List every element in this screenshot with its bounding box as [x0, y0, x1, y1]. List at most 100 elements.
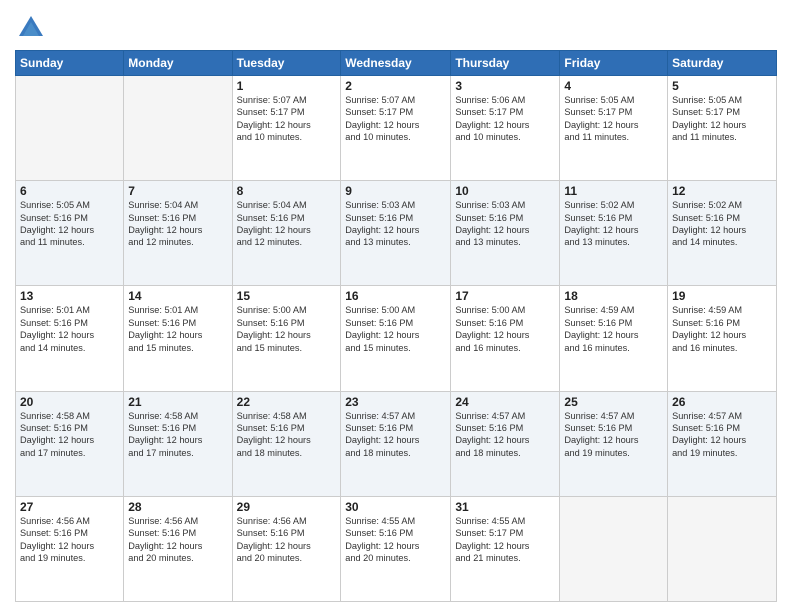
day-detail: Sunrise: 5:05 AM Sunset: 5:17 PM Dayligh…: [672, 94, 772, 144]
day-number: 16: [345, 289, 446, 303]
day-number: 11: [564, 184, 663, 198]
calendar-cell: 9Sunrise: 5:03 AM Sunset: 5:16 PM Daylig…: [341, 181, 451, 286]
weekday-header-friday: Friday: [560, 51, 668, 76]
day-number: 4: [564, 79, 663, 93]
day-detail: Sunrise: 5:03 AM Sunset: 5:16 PM Dayligh…: [345, 199, 446, 249]
day-detail: Sunrise: 5:00 AM Sunset: 5:16 PM Dayligh…: [455, 304, 555, 354]
day-number: 15: [237, 289, 337, 303]
calendar-cell: 18Sunrise: 4:59 AM Sunset: 5:16 PM Dayli…: [560, 286, 668, 391]
calendar-cell: 23Sunrise: 4:57 AM Sunset: 5:16 PM Dayli…: [341, 391, 451, 496]
day-detail: Sunrise: 4:59 AM Sunset: 5:16 PM Dayligh…: [672, 304, 772, 354]
day-number: 18: [564, 289, 663, 303]
day-number: 22: [237, 395, 337, 409]
day-number: 10: [455, 184, 555, 198]
day-detail: Sunrise: 4:57 AM Sunset: 5:16 PM Dayligh…: [455, 410, 555, 460]
calendar-cell: 11Sunrise: 5:02 AM Sunset: 5:16 PM Dayli…: [560, 181, 668, 286]
day-number: 5: [672, 79, 772, 93]
day-detail: Sunrise: 4:57 AM Sunset: 5:16 PM Dayligh…: [564, 410, 663, 460]
day-detail: Sunrise: 5:04 AM Sunset: 5:16 PM Dayligh…: [128, 199, 227, 249]
day-detail: Sunrise: 4:57 AM Sunset: 5:16 PM Dayligh…: [345, 410, 446, 460]
calendar-cell: 1Sunrise: 5:07 AM Sunset: 5:17 PM Daylig…: [232, 76, 341, 181]
logo: [15, 14, 45, 42]
day-number: 13: [20, 289, 119, 303]
day-detail: Sunrise: 5:05 AM Sunset: 5:17 PM Dayligh…: [564, 94, 663, 144]
day-detail: Sunrise: 4:58 AM Sunset: 5:16 PM Dayligh…: [237, 410, 337, 460]
day-detail: Sunrise: 5:05 AM Sunset: 5:16 PM Dayligh…: [20, 199, 119, 249]
weekday-header-thursday: Thursday: [451, 51, 560, 76]
weekday-header-saturday: Saturday: [668, 51, 777, 76]
day-number: 2: [345, 79, 446, 93]
day-number: 19: [672, 289, 772, 303]
calendar-cell: 2Sunrise: 5:07 AM Sunset: 5:17 PM Daylig…: [341, 76, 451, 181]
calendar-cell: [668, 496, 777, 601]
day-number: 31: [455, 500, 555, 514]
calendar-week-row: 6Sunrise: 5:05 AM Sunset: 5:16 PM Daylig…: [16, 181, 777, 286]
day-number: 29: [237, 500, 337, 514]
day-detail: Sunrise: 5:02 AM Sunset: 5:16 PM Dayligh…: [672, 199, 772, 249]
day-detail: Sunrise: 5:00 AM Sunset: 5:16 PM Dayligh…: [237, 304, 337, 354]
calendar-cell: 26Sunrise: 4:57 AM Sunset: 5:16 PM Dayli…: [668, 391, 777, 496]
day-detail: Sunrise: 5:06 AM Sunset: 5:17 PM Dayligh…: [455, 94, 555, 144]
day-detail: Sunrise: 5:02 AM Sunset: 5:16 PM Dayligh…: [564, 199, 663, 249]
day-number: 9: [345, 184, 446, 198]
weekday-header-tuesday: Tuesday: [232, 51, 341, 76]
day-detail: Sunrise: 4:58 AM Sunset: 5:16 PM Dayligh…: [128, 410, 227, 460]
day-number: 1: [237, 79, 337, 93]
calendar-cell: 19Sunrise: 4:59 AM Sunset: 5:16 PM Dayli…: [668, 286, 777, 391]
weekday-header-wednesday: Wednesday: [341, 51, 451, 76]
calendar-cell: 7Sunrise: 5:04 AM Sunset: 5:16 PM Daylig…: [124, 181, 232, 286]
day-detail: Sunrise: 5:07 AM Sunset: 5:17 PM Dayligh…: [237, 94, 337, 144]
day-detail: Sunrise: 4:58 AM Sunset: 5:16 PM Dayligh…: [20, 410, 119, 460]
calendar-week-row: 13Sunrise: 5:01 AM Sunset: 5:16 PM Dayli…: [16, 286, 777, 391]
day-number: 6: [20, 184, 119, 198]
weekday-header-row: SundayMondayTuesdayWednesdayThursdayFrid…: [16, 51, 777, 76]
day-detail: Sunrise: 4:56 AM Sunset: 5:16 PM Dayligh…: [128, 515, 227, 565]
calendar-cell: [124, 76, 232, 181]
day-detail: Sunrise: 5:03 AM Sunset: 5:16 PM Dayligh…: [455, 199, 555, 249]
day-number: 23: [345, 395, 446, 409]
calendar-cell: 14Sunrise: 5:01 AM Sunset: 5:16 PM Dayli…: [124, 286, 232, 391]
calendar-cell: 20Sunrise: 4:58 AM Sunset: 5:16 PM Dayli…: [16, 391, 124, 496]
calendar-cell: [560, 496, 668, 601]
header: [15, 10, 777, 42]
calendar-cell: 29Sunrise: 4:56 AM Sunset: 5:16 PM Dayli…: [232, 496, 341, 601]
calendar-cell: 28Sunrise: 4:56 AM Sunset: 5:16 PM Dayli…: [124, 496, 232, 601]
calendar-week-row: 27Sunrise: 4:56 AM Sunset: 5:16 PM Dayli…: [16, 496, 777, 601]
calendar-cell: 4Sunrise: 5:05 AM Sunset: 5:17 PM Daylig…: [560, 76, 668, 181]
day-number: 26: [672, 395, 772, 409]
calendar-cell: 5Sunrise: 5:05 AM Sunset: 5:17 PM Daylig…: [668, 76, 777, 181]
day-detail: Sunrise: 4:57 AM Sunset: 5:16 PM Dayligh…: [672, 410, 772, 460]
weekday-header-sunday: Sunday: [16, 51, 124, 76]
calendar-cell: 6Sunrise: 5:05 AM Sunset: 5:16 PM Daylig…: [16, 181, 124, 286]
calendar-cell: 12Sunrise: 5:02 AM Sunset: 5:16 PM Dayli…: [668, 181, 777, 286]
day-detail: Sunrise: 5:04 AM Sunset: 5:16 PM Dayligh…: [237, 199, 337, 249]
day-detail: Sunrise: 4:56 AM Sunset: 5:16 PM Dayligh…: [20, 515, 119, 565]
day-number: 28: [128, 500, 227, 514]
calendar-cell: [16, 76, 124, 181]
calendar-cell: 8Sunrise: 5:04 AM Sunset: 5:16 PM Daylig…: [232, 181, 341, 286]
calendar-cell: 3Sunrise: 5:06 AM Sunset: 5:17 PM Daylig…: [451, 76, 560, 181]
day-detail: Sunrise: 4:56 AM Sunset: 5:16 PM Dayligh…: [237, 515, 337, 565]
calendar-cell: 27Sunrise: 4:56 AM Sunset: 5:16 PM Dayli…: [16, 496, 124, 601]
day-number: 25: [564, 395, 663, 409]
day-number: 12: [672, 184, 772, 198]
day-number: 8: [237, 184, 337, 198]
calendar-cell: 10Sunrise: 5:03 AM Sunset: 5:16 PM Dayli…: [451, 181, 560, 286]
day-detail: Sunrise: 4:59 AM Sunset: 5:16 PM Dayligh…: [564, 304, 663, 354]
calendar-cell: 21Sunrise: 4:58 AM Sunset: 5:16 PM Dayli…: [124, 391, 232, 496]
day-number: 20: [20, 395, 119, 409]
day-detail: Sunrise: 5:01 AM Sunset: 5:16 PM Dayligh…: [128, 304, 227, 354]
day-number: 30: [345, 500, 446, 514]
calendar-cell: 22Sunrise: 4:58 AM Sunset: 5:16 PM Dayli…: [232, 391, 341, 496]
day-detail: Sunrise: 5:00 AM Sunset: 5:16 PM Dayligh…: [345, 304, 446, 354]
day-number: 27: [20, 500, 119, 514]
day-detail: Sunrise: 4:55 AM Sunset: 5:17 PM Dayligh…: [455, 515, 555, 565]
calendar-cell: 17Sunrise: 5:00 AM Sunset: 5:16 PM Dayli…: [451, 286, 560, 391]
day-number: 14: [128, 289, 227, 303]
calendar-week-row: 1Sunrise: 5:07 AM Sunset: 5:17 PM Daylig…: [16, 76, 777, 181]
calendar-cell: 15Sunrise: 5:00 AM Sunset: 5:16 PM Dayli…: [232, 286, 341, 391]
calendar-cell: 25Sunrise: 4:57 AM Sunset: 5:16 PM Dayli…: [560, 391, 668, 496]
day-detail: Sunrise: 5:01 AM Sunset: 5:16 PM Dayligh…: [20, 304, 119, 354]
day-number: 17: [455, 289, 555, 303]
day-number: 21: [128, 395, 227, 409]
